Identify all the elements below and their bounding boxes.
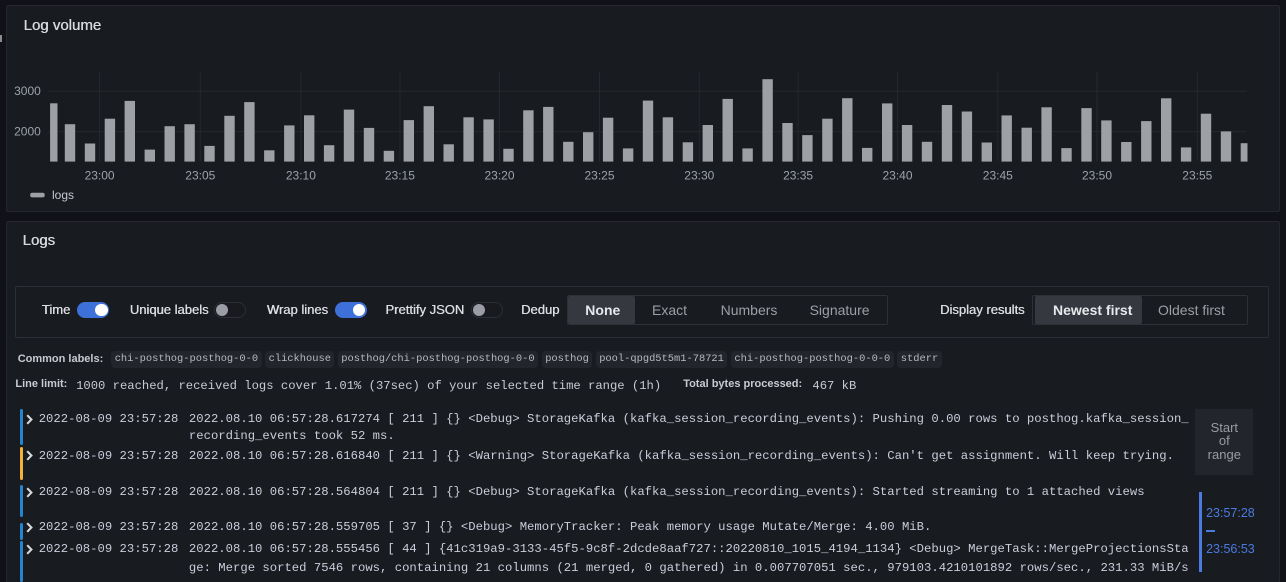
svg-text:23:20: 23:20 — [484, 169, 514, 183]
svg-text:23:00: 23:00 — [85, 169, 115, 183]
svg-text:23:15: 23:15 — [385, 169, 415, 183]
svg-text:23:55: 23:55 — [1182, 169, 1212, 183]
svg-text:23:25: 23:25 — [584, 169, 614, 183]
svg-text:23:10: 23:10 — [286, 169, 316, 183]
svg-text:2000: 2000 — [14, 125, 41, 139]
svg-text:logs: logs — [52, 188, 74, 202]
svg-text:23:40: 23:40 — [882, 169, 912, 183]
svg-text:23:35: 23:35 — [783, 169, 813, 183]
svg-text:23:30: 23:30 — [684, 169, 714, 183]
svg-text:3000: 3000 — [14, 84, 41, 98]
svg-text:23:50: 23:50 — [1082, 169, 1112, 183]
svg-text:23:45: 23:45 — [983, 169, 1013, 183]
svg-text:23:05: 23:05 — [185, 169, 215, 183]
